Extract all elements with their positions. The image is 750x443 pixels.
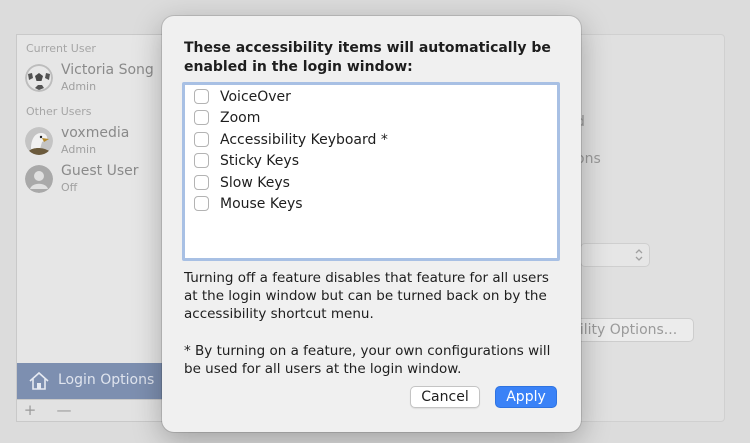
current-user-header: Current User [26,42,96,55]
feature-label: Sticky Keys [220,153,299,169]
user-name: Victoria Song [61,62,154,78]
apply-button[interactable]: Apply [495,386,557,408]
user-role: Admin [61,143,97,156]
accessibility-keyboard-checkbox[interactable] [194,132,209,147]
feature-accessibility-keyboard[interactable]: Accessibility Keyboard * [194,130,534,150]
add-user-button[interactable]: + [19,401,41,421]
accessibility-features-list[interactable]: VoiceOver Zoom Accessibility Keyboard * … [182,82,560,261]
feature-sticky-keys[interactable]: Sticky Keys [194,151,534,171]
mouse-keys-checkbox[interactable] [194,196,209,211]
house-icon [28,371,50,391]
generic-person-avatar [25,165,53,193]
user-list-footer: + — [16,400,166,422]
login-options-label: Login Options [58,372,155,388]
user-row-guest-user[interactable]: Guest User Off [25,163,165,197]
soccer-ball-avatar [25,64,53,92]
zoom-checkbox[interactable] [194,110,209,125]
dialog-heading: These accessibility items will automatic… [184,40,551,75]
user-name: Guest User [61,163,139,179]
user-name: voxmedia [61,125,130,141]
eagle-avatar [25,127,53,155]
feature-label: Slow Keys [220,175,290,191]
feature-label: Mouse Keys [220,196,303,212]
feature-label: Accessibility Keyboard * [220,132,388,148]
feature-label: VoiceOver [220,89,291,105]
background-popup-menu [580,243,650,267]
sticky-keys-checkbox[interactable] [194,153,209,168]
remove-user-button[interactable]: — [53,401,75,421]
feature-disable-note: Turning off a feature disables that feat… [184,270,549,322]
updown-chevron-icon [635,249,643,261]
accessibility-login-dialog: These accessibility items will automatic… [162,16,581,432]
feature-mouse-keys[interactable]: Mouse Keys [194,194,534,214]
feature-slow-keys[interactable]: Slow Keys [194,173,534,193]
user-role: Admin [61,80,97,93]
cancel-button[interactable]: Cancel [410,386,480,408]
voiceover-checkbox[interactable] [194,89,209,104]
slow-keys-checkbox[interactable] [194,175,209,190]
feature-zoom[interactable]: Zoom [194,108,534,128]
user-list: Current User Victoria Song Admin Other U… [16,34,166,400]
feature-label: Zoom [220,110,261,126]
feature-voiceover[interactable]: VoiceOver [194,87,534,107]
sidebar-item-login-options[interactable]: Login Options [17,363,165,399]
user-row-victoria-song[interactable]: Victoria Song Admin [25,62,165,96]
configuration-note: * By turning on a feature, your own conf… [184,343,551,377]
user-row-voxmedia[interactable]: voxmedia Admin [25,125,165,159]
user-role: Off [61,181,78,194]
other-users-header: Other Users [26,105,92,118]
